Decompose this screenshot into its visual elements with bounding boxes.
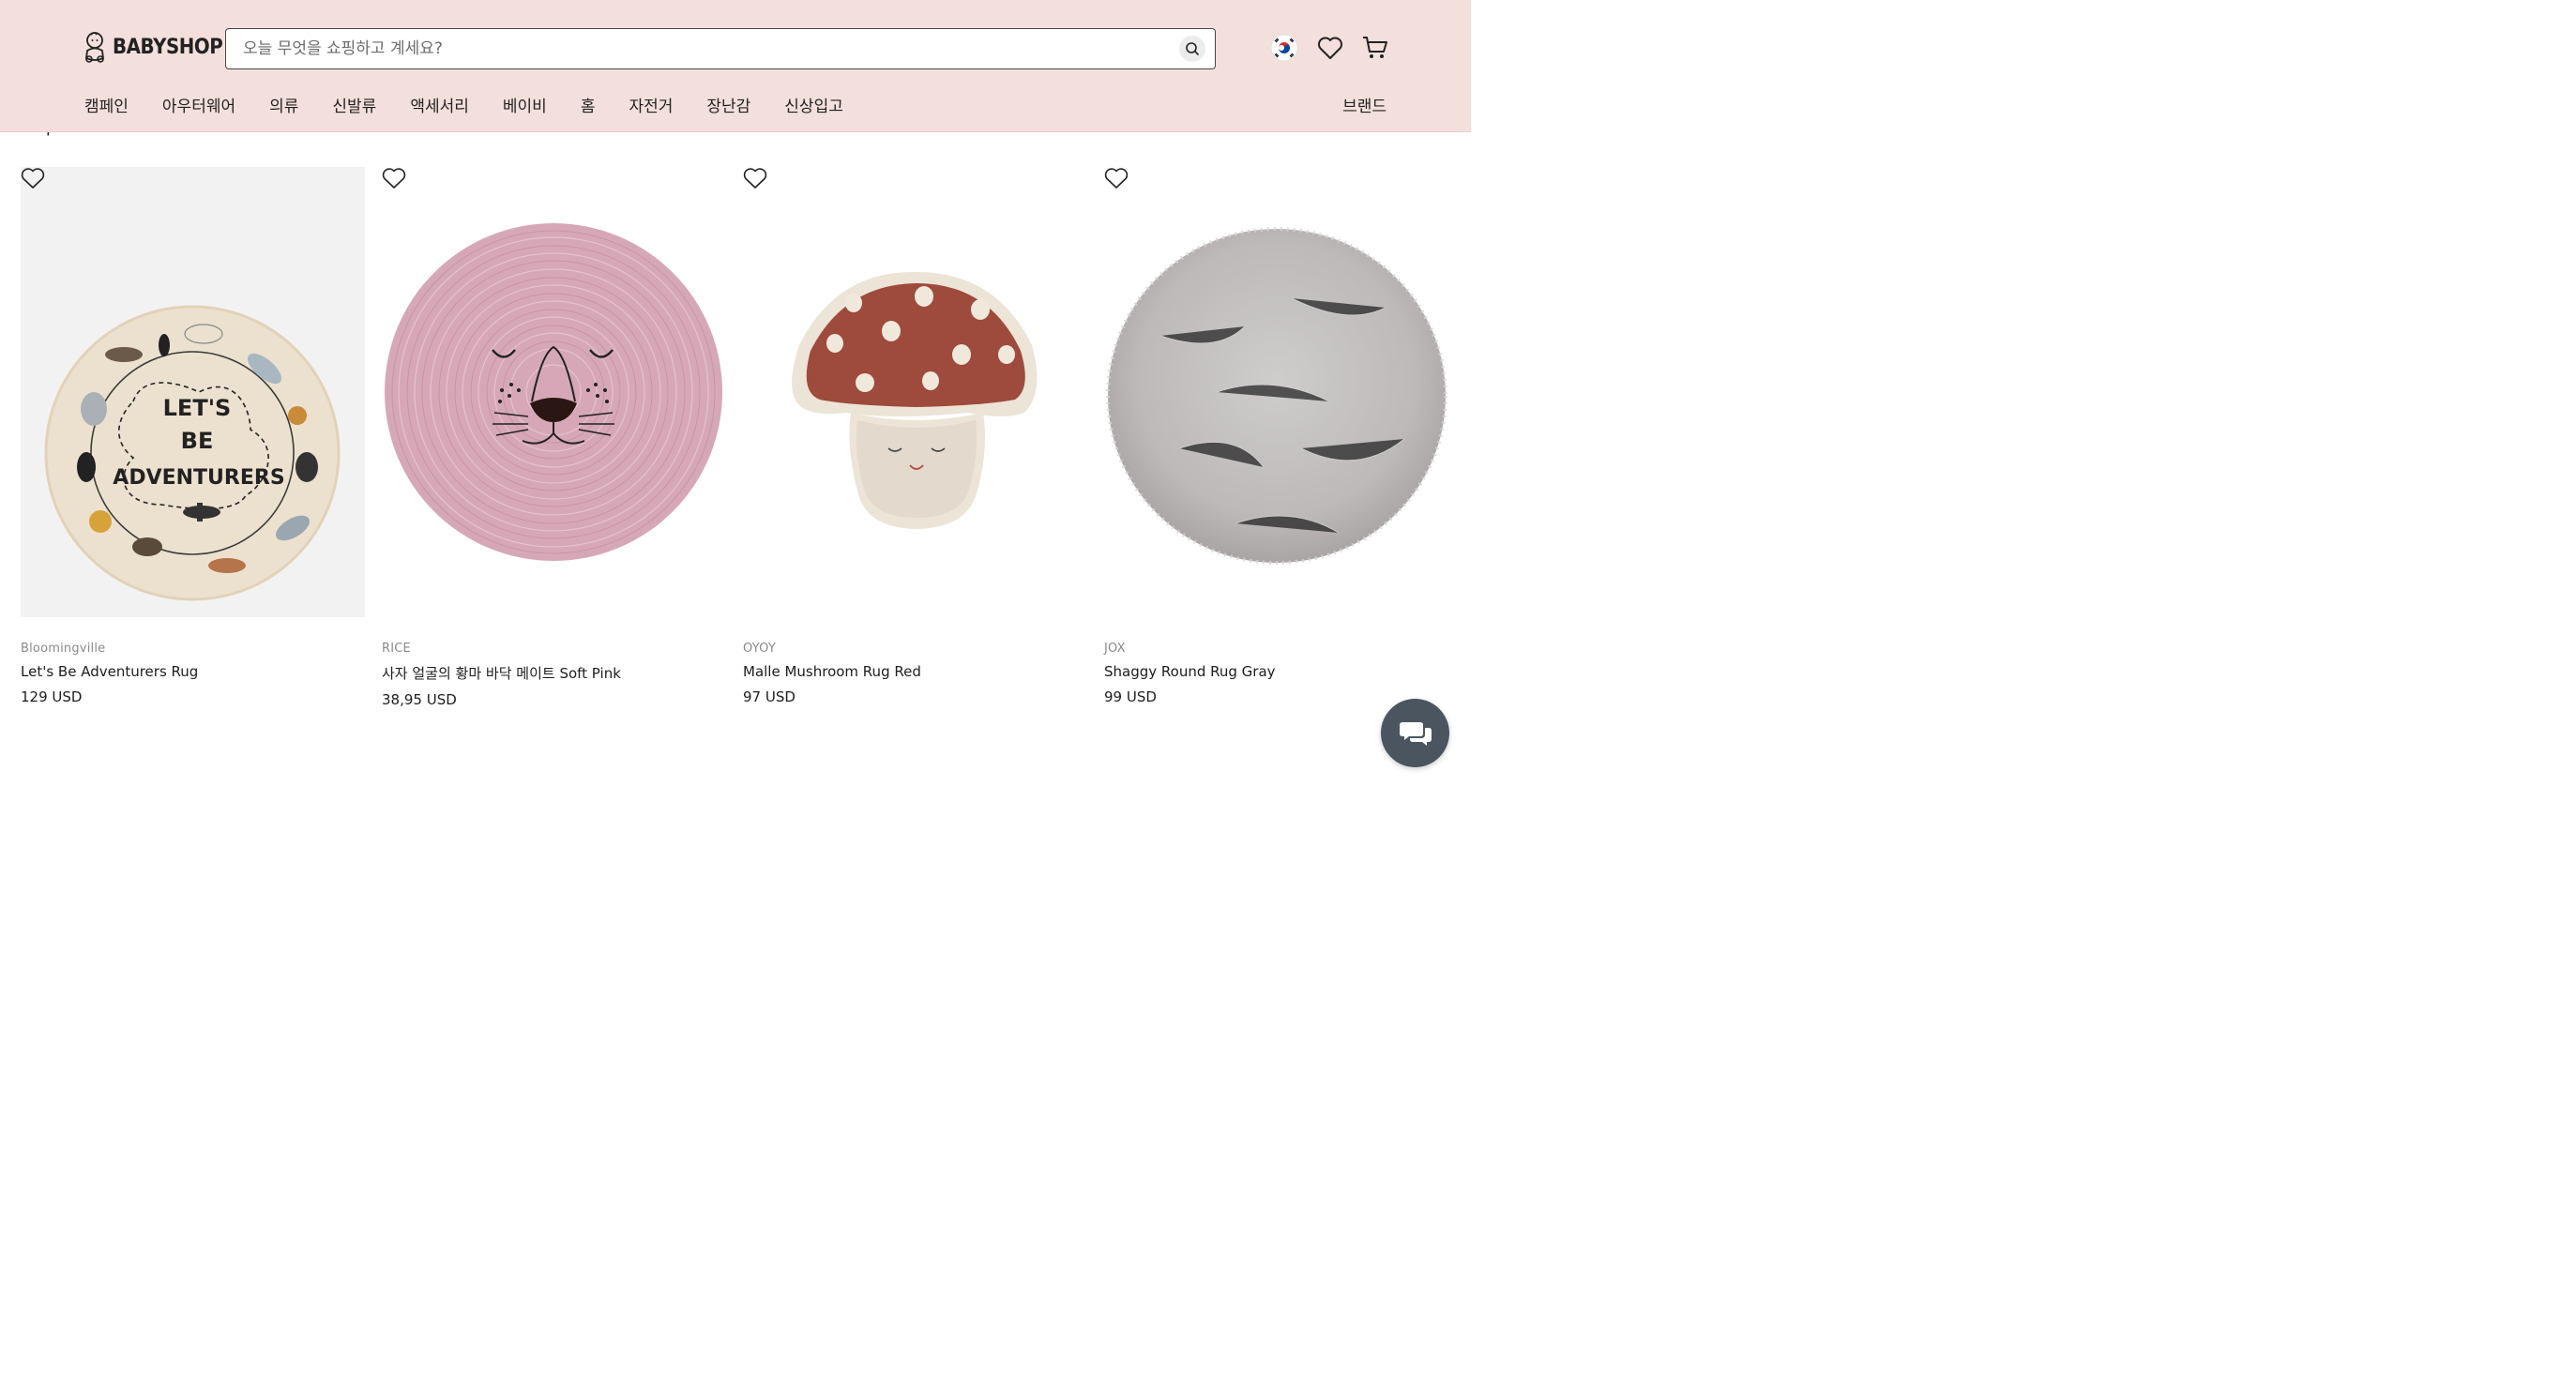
lion-rug-image xyxy=(385,223,722,561)
nav-item-outerwear[interactable]: 아우터웨어 xyxy=(162,93,235,116)
cart-icon xyxy=(1363,37,1387,58)
nav-item-campaign[interactable]: 캠페인 xyxy=(84,93,129,116)
rug-text-adventurers: ADVENTURERS xyxy=(113,466,284,490)
product-card[interactable]: LET'S BE ADVENTURERS Bloomingville Let's… xyxy=(21,167,365,708)
header-icons xyxy=(1270,34,1388,62)
search-input[interactable] xyxy=(226,29,1179,68)
product-image[interactable] xyxy=(743,167,1087,617)
search-bar xyxy=(225,28,1216,69)
cart-button[interactable] xyxy=(1362,36,1388,60)
nav-item-bikes[interactable]: 자전거 xyxy=(629,93,673,116)
product-image[interactable] xyxy=(382,167,726,617)
country-selector[interactable] xyxy=(1270,34,1298,62)
search-icon xyxy=(1186,42,1199,55)
favorite-heart-icon[interactable] xyxy=(382,167,406,189)
nav-item-brands[interactable]: 브랜드 xyxy=(1342,93,1386,116)
nav-item-home[interactable]: 홈 xyxy=(581,93,596,116)
product-name[interactable]: 사자 얼굴의 황마 바닥 메이트 Soft Pink xyxy=(382,663,726,683)
rug-text-be: BE xyxy=(181,428,214,454)
product-brand: JOX xyxy=(1104,642,1126,656)
favorite-heart-icon[interactable] xyxy=(21,167,45,189)
chat-bubble-icon xyxy=(1399,721,1432,746)
product-brand: RICE xyxy=(382,642,411,656)
main-nav: 캠페인 아우터웨어 의류 신발류 액세서리 베이비 홈 자전거 장난감 신상입고… xyxy=(84,92,1386,116)
product-card[interactable]: RICE 사자 얼굴의 황마 바닥 메이트 Soft Pink 38,95 US… xyxy=(382,167,726,708)
page: 11 products BABYSHOP xyxy=(0,0,1471,785)
nav-item-clothing[interactable]: 의류 xyxy=(269,93,298,116)
product-name[interactable]: Shaggy Round Rug Gray xyxy=(1104,663,1448,680)
nav-item-toys[interactable]: 장난감 xyxy=(706,93,750,116)
rug-text-lets: LET'S xyxy=(163,395,232,421)
product-card[interactable]: OYOY Malle Mushroom Rug Red 97 USD xyxy=(743,167,1087,708)
favorite-heart-icon[interactable] xyxy=(743,167,767,189)
product-grid: LET'S BE ADVENTURERS Bloomingville Let's… xyxy=(21,167,1450,708)
product-price: 129 USD xyxy=(21,688,83,705)
adventurers-rug-image: LET'S BE ADVENTURERS xyxy=(44,305,341,601)
korea-flag-icon xyxy=(1270,34,1298,62)
nav-item-baby[interactable]: 베이비 xyxy=(503,93,547,116)
product-brand: Bloomingville xyxy=(21,642,106,656)
favorite-heart-icon[interactable] xyxy=(1104,167,1129,189)
product-name[interactable]: Let's Be Adventurers Rug xyxy=(21,663,365,680)
logo-text: BABYSHOP xyxy=(113,35,223,59)
product-brand: OYOY xyxy=(743,642,777,656)
product-card[interactable]: JOX Shaggy Round Rug Gray 99 USD xyxy=(1104,167,1448,708)
product-price: 38,95 USD xyxy=(382,691,457,708)
product-image[interactable]: LET'S BE ADVENTURERS xyxy=(21,167,365,617)
heart-icon xyxy=(1318,37,1342,59)
logo[interactable]: BABYSHOP xyxy=(83,30,235,64)
baby-logo-icon xyxy=(85,32,104,63)
nav-item-shoes[interactable]: 신발류 xyxy=(332,93,376,116)
wishlist-button[interactable] xyxy=(1317,36,1343,60)
product-image[interactable] xyxy=(1104,167,1448,617)
mushroom-rug-image xyxy=(792,271,1038,529)
search-button[interactable] xyxy=(1179,36,1205,62)
product-name[interactable]: Malle Mushroom Rug Red xyxy=(743,663,1087,680)
product-price: 97 USD xyxy=(743,688,796,705)
shaggy-rug-image xyxy=(1106,227,1447,565)
chat-button[interactable] xyxy=(1381,699,1449,767)
site-header: BABYSHOP 오늘 무엇을 쇼핑하고 계세요? 캠페인 아우터웨어 의류 신… xyxy=(0,0,1471,132)
nav-item-new-arrivals[interactable]: 신상입고 xyxy=(784,93,843,116)
nav-item-accessories[interactable]: 액세서리 xyxy=(410,93,469,116)
